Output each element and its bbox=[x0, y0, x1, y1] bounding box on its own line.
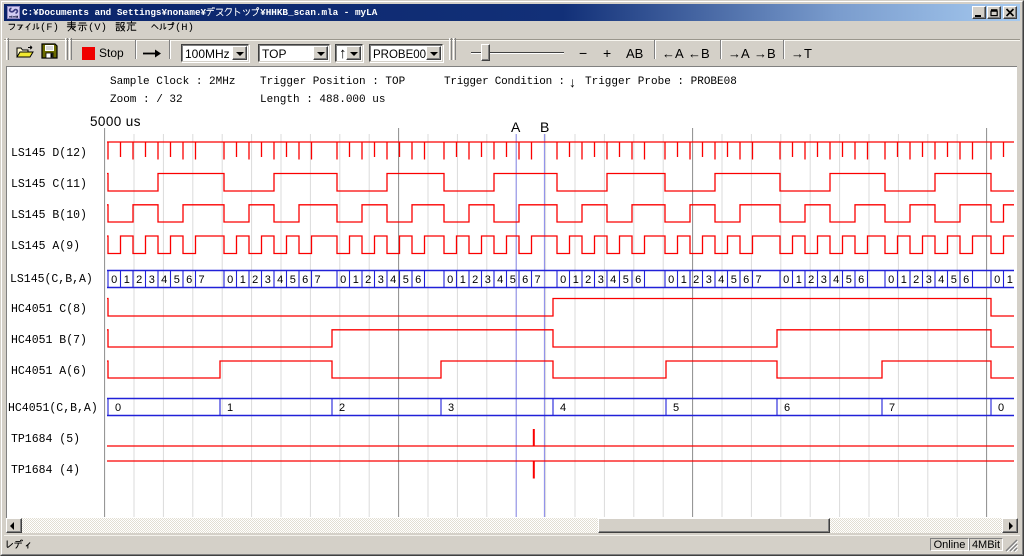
svg-text:1: 1 bbox=[901, 274, 907, 286]
svg-text:1: 1 bbox=[240, 274, 246, 286]
svg-text:2: 2 bbox=[585, 274, 591, 286]
svg-text:HC4051 A(6): HC4051 A(6) bbox=[11, 365, 87, 378]
svg-text:7: 7 bbox=[314, 274, 320, 286]
svg-text:6: 6 bbox=[522, 274, 528, 286]
svg-text:0: 0 bbox=[560, 274, 566, 286]
svg-text:0: 0 bbox=[227, 274, 233, 286]
svg-text:TP1684 (5): TP1684 (5) bbox=[11, 433, 80, 446]
svg-text:0: 0 bbox=[783, 274, 789, 286]
svg-text:1: 1 bbox=[573, 274, 579, 286]
svg-text:4: 4 bbox=[610, 274, 616, 286]
svg-text:0: 0 bbox=[447, 274, 453, 286]
svg-text:3: 3 bbox=[821, 274, 827, 286]
svg-text:5: 5 bbox=[673, 402, 679, 414]
svg-text:LS145 C(11): LS145 C(11) bbox=[11, 178, 87, 191]
svg-text:5: 5 bbox=[846, 274, 852, 286]
svg-text:3: 3 bbox=[149, 274, 155, 286]
svg-text:1: 1 bbox=[353, 274, 359, 286]
svg-text:2: 2 bbox=[913, 274, 919, 286]
svg-text:4: 4 bbox=[560, 402, 566, 414]
svg-text:LS145 B(10): LS145 B(10) bbox=[11, 209, 87, 222]
svg-text:3: 3 bbox=[598, 274, 604, 286]
svg-text:6: 6 bbox=[186, 274, 192, 286]
svg-text:1: 1 bbox=[796, 274, 802, 286]
svg-text:5000 us: 5000 us bbox=[90, 114, 141, 129]
svg-text:3: 3 bbox=[265, 274, 271, 286]
svg-text:1: 1 bbox=[460, 274, 466, 286]
svg-text:6: 6 bbox=[784, 402, 790, 414]
svg-text:TP1684 (4): TP1684 (4) bbox=[11, 464, 80, 477]
svg-text:LS145(C,B,A): LS145(C,B,A) bbox=[10, 273, 93, 286]
svg-text:2: 2 bbox=[365, 274, 371, 286]
svg-text:5: 5 bbox=[731, 274, 737, 286]
svg-text:6: 6 bbox=[635, 274, 641, 286]
svg-text:7: 7 bbox=[534, 274, 540, 286]
svg-text:6: 6 bbox=[743, 274, 749, 286]
svg-text:2: 2 bbox=[808, 274, 814, 286]
svg-text:7: 7 bbox=[755, 274, 761, 286]
svg-text:0: 0 bbox=[115, 402, 121, 414]
svg-text:6: 6 bbox=[302, 274, 308, 286]
svg-text:4: 4 bbox=[277, 274, 283, 286]
svg-text:1: 1 bbox=[681, 274, 687, 286]
svg-text:5: 5 bbox=[510, 274, 516, 286]
svg-text:HC4051 C(8): HC4051 C(8) bbox=[11, 303, 87, 316]
svg-text:2: 2 bbox=[472, 274, 478, 286]
svg-text:4: 4 bbox=[833, 274, 839, 286]
svg-text:0: 0 bbox=[888, 274, 894, 286]
svg-text:0: 0 bbox=[994, 274, 1000, 286]
svg-text:B: B bbox=[540, 119, 549, 135]
svg-text:7: 7 bbox=[889, 402, 895, 414]
svg-text:LS145 A(9): LS145 A(9) bbox=[11, 240, 80, 253]
svg-text:2: 2 bbox=[136, 274, 142, 286]
svg-text:2: 2 bbox=[693, 274, 699, 286]
svg-text:7: 7 bbox=[198, 274, 204, 286]
svg-text:HC4051(C,B,A): HC4051(C,B,A) bbox=[8, 402, 98, 415]
svg-text:0: 0 bbox=[668, 274, 674, 286]
svg-text:3: 3 bbox=[706, 274, 712, 286]
svg-text:LS145 D(12): LS145 D(12) bbox=[11, 147, 87, 160]
svg-text:5: 5 bbox=[403, 274, 409, 286]
svg-text:1: 1 bbox=[124, 274, 130, 286]
svg-text:1: 1 bbox=[227, 402, 233, 414]
svg-text:0: 0 bbox=[340, 274, 346, 286]
svg-text:5: 5 bbox=[290, 274, 296, 286]
svg-text:5: 5 bbox=[951, 274, 957, 286]
svg-text:4: 4 bbox=[497, 274, 503, 286]
svg-text:3: 3 bbox=[378, 274, 384, 286]
svg-text:2: 2 bbox=[339, 402, 345, 414]
svg-text:6: 6 bbox=[415, 274, 421, 286]
svg-text:1: 1 bbox=[1007, 274, 1013, 286]
svg-text:A: A bbox=[511, 119, 521, 135]
svg-text:3: 3 bbox=[485, 274, 491, 286]
svg-text:4: 4 bbox=[718, 274, 724, 286]
svg-text:5: 5 bbox=[623, 274, 629, 286]
svg-text:6: 6 bbox=[858, 274, 864, 286]
svg-text:4: 4 bbox=[938, 274, 944, 286]
svg-text:0: 0 bbox=[111, 274, 117, 286]
svg-text:HC4051 B(7): HC4051 B(7) bbox=[11, 334, 87, 347]
svg-text:2: 2 bbox=[252, 274, 258, 286]
svg-text:6: 6 bbox=[963, 274, 969, 286]
svg-text:3: 3 bbox=[448, 402, 454, 414]
svg-text:3: 3 bbox=[926, 274, 932, 286]
svg-text:0: 0 bbox=[998, 402, 1004, 414]
svg-text:4: 4 bbox=[161, 274, 167, 286]
svg-text:4: 4 bbox=[390, 274, 396, 286]
svg-text:5: 5 bbox=[174, 274, 180, 286]
